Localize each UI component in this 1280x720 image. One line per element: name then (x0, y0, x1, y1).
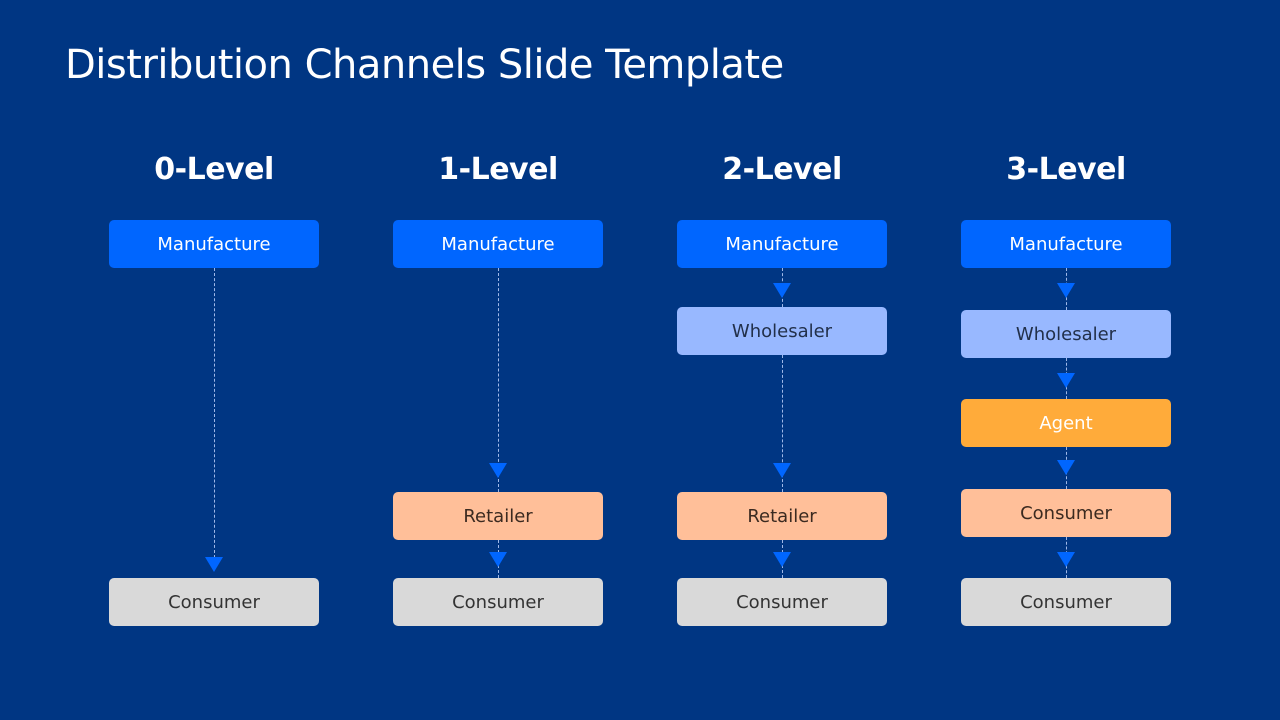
connector-line (214, 268, 215, 558)
arrow-down-icon (1057, 373, 1075, 388)
arrow-down-icon (1057, 552, 1075, 567)
arrow-down-icon (773, 463, 791, 478)
node-retailer: Retailer (677, 492, 887, 540)
node-manufacture: Manufacture (393, 220, 603, 268)
node-agent: Agent (961, 399, 1171, 447)
node-retailer: Retailer (393, 492, 603, 540)
slide-title: Distribution Channels Slide Template (65, 42, 784, 88)
level-heading-1: 1-Level (438, 152, 558, 187)
connector-line (498, 268, 499, 492)
level-heading-0: 0-Level (154, 152, 274, 187)
arrow-down-icon (773, 283, 791, 298)
node-manufacture: Manufacture (961, 220, 1171, 268)
arrow-down-icon (1057, 283, 1075, 298)
arrow-down-icon (1057, 460, 1075, 475)
node-consumer-peach: Consumer (961, 489, 1171, 537)
node-manufacture: Manufacture (109, 220, 319, 268)
level-heading-3: 3-Level (1006, 152, 1126, 187)
node-manufacture: Manufacture (677, 220, 887, 268)
arrow-down-icon (205, 557, 223, 572)
arrow-down-icon (489, 552, 507, 567)
node-consumer: Consumer (109, 578, 319, 626)
node-wholesaler: Wholesaler (677, 307, 887, 355)
arrow-down-icon (773, 552, 791, 567)
node-consumer: Consumer (961, 578, 1171, 626)
level-heading-2: 2-Level (722, 152, 842, 187)
node-wholesaler: Wholesaler (961, 310, 1171, 358)
node-consumer: Consumer (393, 578, 603, 626)
arrow-down-icon (489, 463, 507, 478)
node-consumer: Consumer (677, 578, 887, 626)
